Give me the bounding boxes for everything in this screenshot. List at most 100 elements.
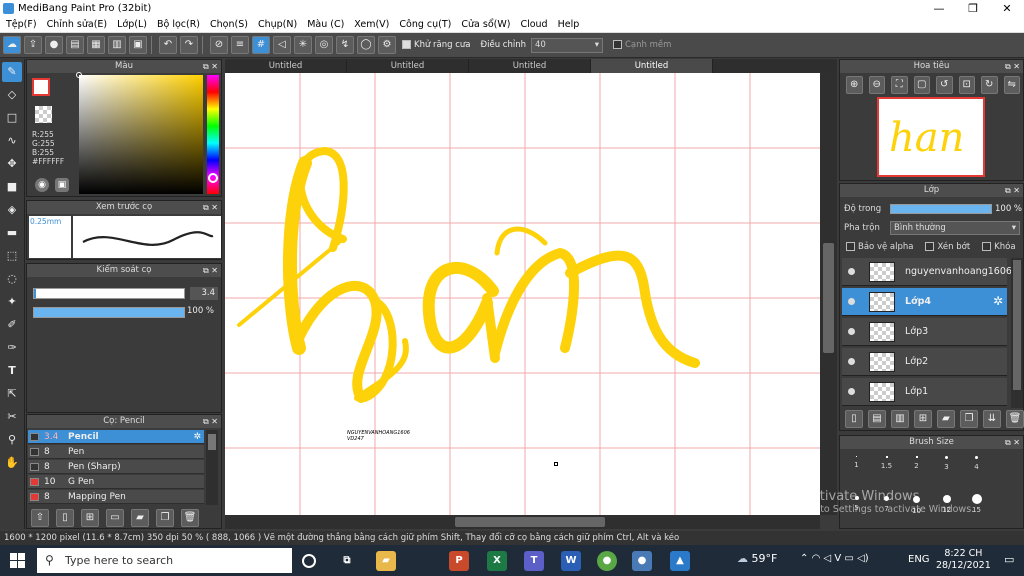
zoom-in-icon[interactable]: ⊕ [846,76,863,94]
vietnamese-ime-icon[interactable]: V [834,553,841,564]
delete-layer-icon[interactable]: 🗑 [1006,410,1024,428]
panel-controls-icon[interactable]: ⧉ ✕ [1005,436,1020,449]
notification-icon[interactable]: ▭ [1004,553,1014,566]
undo-icon[interactable]: ↶ [159,36,177,54]
foreground-color-swatch[interactable] [32,78,50,96]
copy-brush-icon[interactable]: ▭ [106,509,124,527]
wifi-icon[interactable]: ◠ [812,553,821,564]
close-button[interactable]: ✕ [990,0,1024,17]
antialias-checkbox[interactable] [402,40,411,49]
eraser-tool-icon[interactable]: ◇ [2,85,22,105]
weather-widget[interactable]: ☁ 59°F [737,552,777,565]
duplicate-layer-icon[interactable]: ❐ [960,410,978,428]
visibility-eye-icon[interactable] [848,358,855,365]
fit-screen-icon[interactable]: ⛶ [891,76,908,94]
layer-folder-icon[interactable]: ▰ [937,410,955,428]
move-tool-icon[interactable]: ✥ [2,154,22,174]
hue-slider-handle[interactable] [208,173,218,183]
radial-snap-icon[interactable]: ✳ [294,36,312,54]
soft-edge-toggle[interactable]: Cạnh mềm [612,40,671,50]
medibang-paint-icon[interactable]: ● [632,551,652,571]
curve-snap-icon[interactable]: ↯ [336,36,354,54]
lock-checkbox[interactable] [982,242,992,251]
tab-untitled-1[interactable]: Untitled [225,59,347,73]
eyedropper-tool-icon[interactable]: ⚲ [2,430,22,450]
circle-snap-icon[interactable]: ◎ [315,36,333,54]
brush-opacity-slider[interactable] [33,307,185,318]
bucket-tool-icon[interactable]: ◈ [2,200,22,220]
menu-window[interactable]: Cửa sổ(W) [461,19,510,30]
protect-alpha-checkbox[interactable] [846,242,855,251]
brush-size-value[interactable]: 3.4 [190,287,218,300]
palette-icon[interactable]: ◉ [35,178,49,192]
hand-tool-icon[interactable]: ✋ [2,453,22,473]
divide-tool-icon[interactable]: ✂ [2,407,22,427]
ellipse-snap-icon[interactable]: ◯ [357,36,375,54]
merge-down-icon[interactable]: ⇊ [983,410,1001,428]
lasso-tool-icon[interactable]: ◌ [2,269,22,289]
operation-tool-icon[interactable]: ⇱ [2,384,22,404]
perspective-snap-icon[interactable]: ◁ [273,36,291,54]
layer-item-lop1[interactable]: Lớp1 [842,378,1007,406]
new-halftone-layer-icon[interactable]: ▤ [868,410,886,428]
parallel-snap-icon[interactable]: ≡ [231,36,249,54]
picker-cursor[interactable] [76,72,82,78]
clip-checkbox[interactable] [925,242,935,251]
menu-edit[interactable]: Chỉnh sửa(E) [47,19,108,30]
new-layer-icon[interactable]: ▯ [845,410,863,428]
brush-size-1[interactable]: 1 [842,452,871,478]
excel-icon[interactable]: X [487,551,507,571]
menu-tools[interactable]: Công cụ(T) [399,19,451,30]
frame-icon[interactable]: ▣ [129,36,147,54]
brush-list-scroll-thumb[interactable] [208,434,216,450]
brush-size-2[interactable]: 2 [902,452,931,478]
clock[interactable]: 8:22 CH 28/12/2021 [936,548,991,572]
tray-chevron-icon[interactable]: ⌃ [800,553,808,564]
task-view-icon[interactable]: ⧉ [337,551,357,571]
dot-tool-icon[interactable]: □ [2,108,22,128]
canvas-vertical-scrollbar[interactable] [820,73,837,515]
upload-icon[interactable]: ⇪ [24,36,42,54]
panel-controls-icon[interactable]: ⧉ ✕ [203,415,218,428]
saturation-value-picker[interactable] [76,72,203,194]
menu-layer[interactable]: Lớp(L) [117,19,147,30]
rotate-left-icon[interactable]: ↺ [936,76,953,94]
clip-option[interactable]: Xén bớt [925,242,970,252]
language-indicator[interactable]: ENG [908,554,930,565]
add-brush-icon[interactable]: ⊞ [81,509,99,527]
visibility-eye-icon[interactable] [848,298,855,305]
transparent-swatch[interactable] [35,106,52,123]
hue-slider[interactable] [207,75,219,194]
menu-file[interactable]: Tệp(F) [6,19,37,30]
menu-help[interactable]: Help [558,19,580,30]
tab-untitled-2[interactable]: Untitled [347,59,469,73]
file-explorer-icon[interactable]: ▰ [376,551,396,571]
brush-list-scrollbar[interactable] [206,430,218,505]
text-tool-icon[interactable]: T [2,361,22,381]
comment-icon[interactable]: ● [45,36,63,54]
folder-icon[interactable]: ▰ [131,509,149,527]
color-history-icon[interactable]: ▣ [55,178,69,192]
canvas-horizontal-scrollbar[interactable] [225,515,820,529]
settings-gear-icon[interactable]: ⚙ [378,36,396,54]
layer-item-lop3[interactable]: Lớp3 [842,318,1007,346]
brush-item-g-pen[interactable]: 10 G Pen [28,475,204,489]
network-icon[interactable]: ▭ [844,553,853,564]
line-tool-icon[interactable]: ∿ [2,131,22,151]
layer-opacity-slider[interactable] [890,204,992,214]
adjust-dropdown[interactable]: 40 ▾ [530,37,603,53]
brush-item-mapping-pen[interactable]: 8 Mapping Pen [28,490,204,504]
no-snap-icon[interactable]: ⊘ [210,36,228,54]
redo-icon[interactable]: ↷ [180,36,198,54]
brush-size-slider[interactable] [33,288,185,299]
brush-size-4[interactable]: 4 [962,452,991,478]
tab-untitled-3[interactable]: Untitled [469,59,591,73]
visibility-eye-icon[interactable] [848,268,855,275]
panel-controls-icon[interactable]: ⧉ ✕ [1005,60,1020,73]
brush-item-pencil[interactable]: 3.4 Pencil ✲ [28,430,204,444]
grid-snap-icon[interactable]: # [252,36,270,54]
drawing-canvas[interactable]: NGUYENVANHOANG1606 VD247 [225,73,820,515]
select-rect-tool-icon[interactable]: ⬚ [2,246,22,266]
soft-edge-checkbox[interactable] [612,40,622,49]
fill-rect-tool-icon[interactable]: ■ [2,177,22,197]
